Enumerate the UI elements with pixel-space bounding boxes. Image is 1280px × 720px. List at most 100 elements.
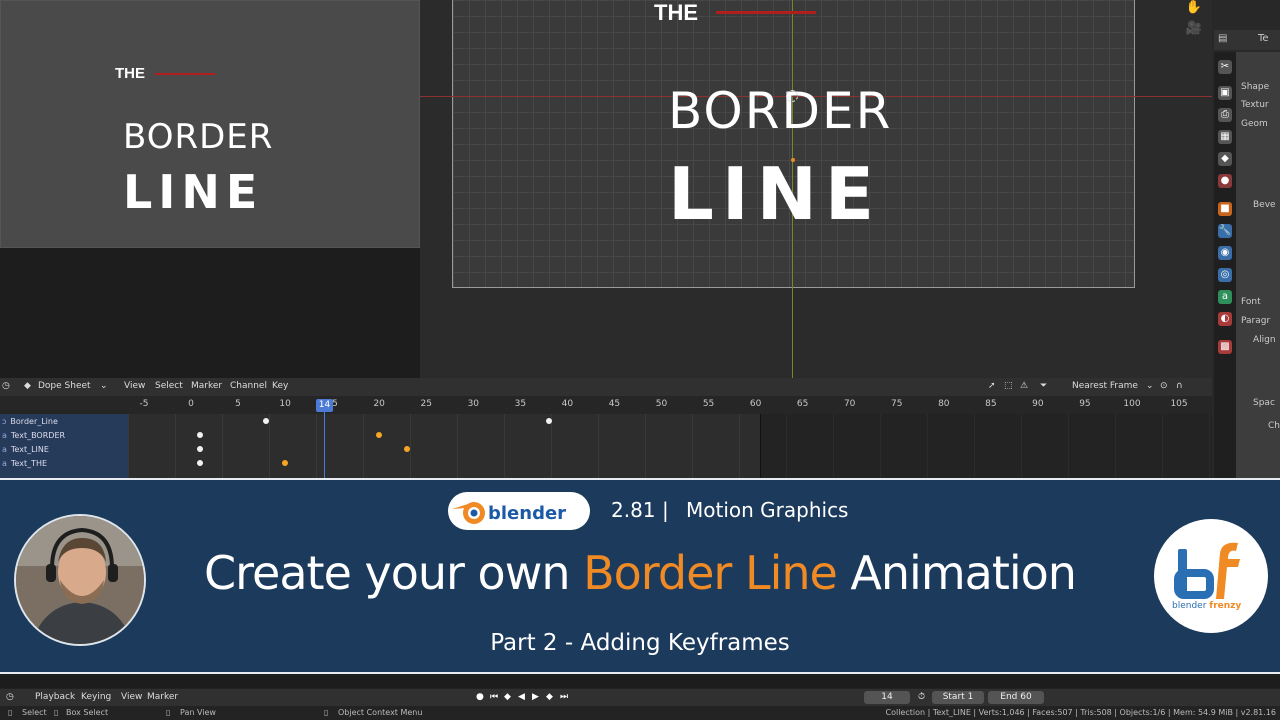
status-scene-stats: Collection | Text_LINE | Verts:1,046 | F… [885, 708, 1276, 717]
preview-the-text: THE [115, 65, 145, 82]
modifier-tab-icon[interactable]: 🔧 [1218, 224, 1232, 238]
output-tab-icon[interactable]: ⎙ [1218, 108, 1232, 122]
current-frame-field[interactable]: 14 [864, 691, 910, 704]
editor-type-icon[interactable]: ◷ [2, 381, 10, 391]
playhead[interactable] [324, 410, 325, 478]
frame-tick-label: 100 [1123, 399, 1141, 409]
keyframe-marker[interactable] [545, 418, 552, 424]
3d-cursor-icon[interactable] [786, 90, 798, 102]
next-keyframe-icon[interactable]: ◆ [546, 692, 553, 702]
material-tab-icon[interactable]: ◐ [1218, 312, 1232, 326]
texture-tab-icon[interactable]: ▩ [1218, 340, 1232, 354]
dopesheet-header: ◷ ◆ Dope Sheet ⌄ View Select Marker Chan… [0, 378, 1212, 396]
channel-text-border[interactable]: a Text_BORDER [2, 431, 65, 440]
frame-tick-label: 10 [279, 399, 291, 409]
panel-texture-space[interactable]: Textur [1241, 100, 1269, 110]
proportional-edit-icon[interactable]: ⊙ [1160, 381, 1168, 391]
panel-geometry[interactable]: Geom [1241, 119, 1268, 129]
viewport-border-text[interactable]: BORDER [668, 82, 892, 140]
keyframe-marker[interactable] [263, 418, 270, 424]
blender-logo: blender [448, 492, 590, 530]
jump-start-icon[interactable]: ⏮ [490, 692, 498, 702]
properties-header-label: Te [1258, 33, 1269, 44]
menu-view[interactable]: View [124, 381, 145, 391]
keyframe-marker[interactable] [197, 432, 204, 438]
panel-bevel[interactable]: Beve [1253, 200, 1276, 210]
camera-preview: THE BORDER LINE [0, 0, 420, 248]
particles-tab-icon[interactable]: ◉ [1218, 246, 1232, 260]
keyframe-marker[interactable] [197, 446, 204, 452]
channel-text-line[interactable]: a Text_LINE [2, 445, 49, 454]
menu-channel[interactable]: Channel [230, 381, 267, 391]
panel-paragraph[interactable]: Paragr [1241, 316, 1270, 326]
stopwatch-icon[interactable]: ⏱ [918, 692, 925, 702]
end-frame-field[interactable]: End 60 [988, 691, 1044, 704]
channel-text-the[interactable]: a Text_THE [2, 459, 47, 468]
panel-character-spacing: Ch [1268, 421, 1280, 431]
camera-view-icon[interactable]: 🎥 [1184, 21, 1204, 36]
frame-tick-label: 65 [796, 399, 809, 409]
presenter-avatar [14, 514, 146, 646]
frame-tick-label: 70 [843, 399, 856, 409]
falloff-curve-icon[interactable]: ∩ [1176, 381, 1183, 391]
jump-end-icon[interactable]: ⏭ [560, 692, 568, 702]
dopesheet-mode-select[interactable]: Dope Sheet [38, 381, 91, 391]
pan-hand-icon[interactable]: ✋ [1184, 0, 1204, 15]
play-reverse-icon[interactable]: ◀ [518, 692, 525, 702]
panel-shape[interactable]: Shape [1241, 82, 1269, 92]
viewport-navigation: ✋ 🎥 [1184, 0, 1204, 42]
viewport-line-text[interactable]: LINE [668, 152, 882, 236]
scene-tab-icon[interactable]: ◆ [1218, 152, 1232, 166]
world-tab-icon[interactable]: ● [1218, 174, 1232, 188]
warning-icon[interactable]: ⚠ [1020, 381, 1028, 391]
video-title: Create your own Border Line Animation [204, 546, 1077, 600]
menu-marker[interactable]: Marker [147, 692, 178, 702]
keyframe-marker[interactable] [404, 446, 411, 452]
view-layer-tab-icon[interactable]: ▦ [1218, 130, 1232, 144]
snap-mode-select[interactable]: Nearest Frame [1072, 381, 1138, 391]
text-object-icon: a [2, 459, 7, 468]
object-origin-icon [791, 158, 795, 162]
render-tab-icon[interactable]: ▣ [1218, 86, 1232, 100]
frame-ruler[interactable]: -505101520253035404550556065707580859095… [0, 396, 1212, 414]
frame-tick-label: 40 [561, 399, 574, 409]
viewport-the-text[interactable]: THE [654, 0, 698, 26]
mouse-drag-icon: ▯ [54, 708, 59, 717]
panel-font[interactable]: Font [1241, 297, 1261, 307]
menu-key[interactable]: Key [272, 381, 288, 391]
menu-marker[interactable]: Marker [191, 381, 222, 391]
box-select-icon[interactable]: ⬚ [1004, 381, 1013, 391]
channel-border-line[interactable]: ↄ Border_Line [2, 417, 58, 426]
frame-tick-label: 55 [702, 399, 715, 409]
keyframe-marker[interactable] [376, 432, 383, 438]
keyframe-marker[interactable] [197, 460, 204, 466]
object-tab-icon[interactable]: ■ [1218, 202, 1232, 216]
clock-icon[interactable]: ◷ [6, 692, 14, 702]
record-icon[interactable]: ● [476, 692, 484, 702]
camera-frame [452, 0, 1135, 288]
status-bar: ▯ Select ▯ Box Select ▯ Pan View ▯ Objec… [0, 706, 1280, 720]
select-tool-icon[interactable]: ➚ [988, 381, 996, 391]
dopesheet-mode-icon[interactable]: ◆ [24, 381, 31, 391]
title-separator: | [662, 498, 669, 522]
menu-keying[interactable]: Keying [81, 692, 111, 702]
physics-tab-icon[interactable]: ◎ [1218, 268, 1232, 282]
properties-header: ▤ Te [1214, 30, 1280, 50]
start-frame-field[interactable]: Start 1 [932, 691, 984, 704]
prev-keyframe-icon[interactable]: ◆ [504, 692, 511, 702]
menu-view[interactable]: View [121, 692, 142, 702]
panel-alignment[interactable]: Align [1253, 335, 1276, 345]
play-icon[interactable]: ▶ [532, 692, 539, 702]
tool-tab-icon[interactable]: ✂ [1218, 60, 1232, 74]
preview-border-text: BORDER [123, 117, 274, 157]
panel-spacing[interactable]: Spac [1253, 398, 1275, 408]
filter-icon[interactable]: ⏷ [1040, 381, 1047, 391]
keyframe-marker[interactable] [282, 460, 289, 466]
text-data-tab-icon[interactable]: a [1218, 290, 1232, 304]
viewport-border-line[interactable] [716, 11, 816, 14]
menu-playback[interactable]: Playback [35, 692, 75, 702]
frame-tick-label: 20 [373, 399, 385, 409]
editor-type-icon[interactable]: ▤ [1218, 33, 1227, 44]
menu-select[interactable]: Select [155, 381, 183, 391]
status-box-select: Box Select [66, 708, 109, 717]
